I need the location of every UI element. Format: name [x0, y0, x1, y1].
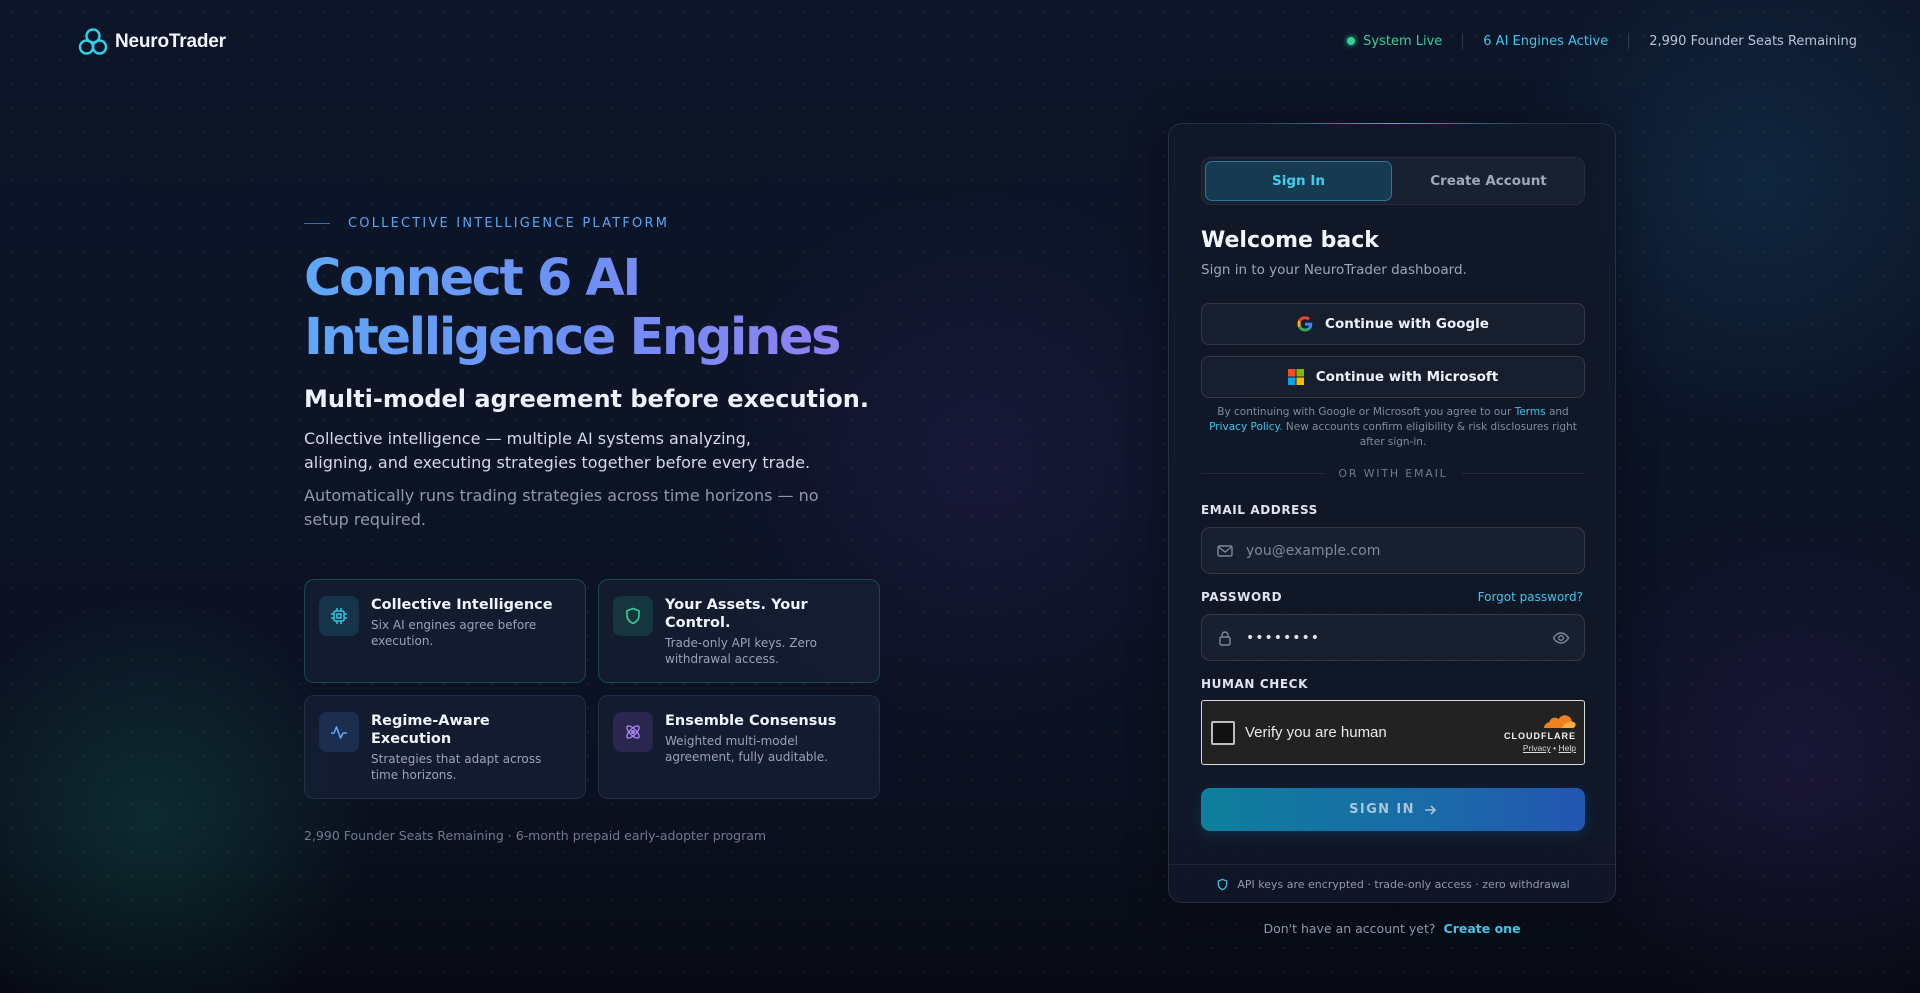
human-check-label: HUMAN CHECK — [1201, 677, 1308, 691]
feature-description: Trade-only API keys. Zero withdrawal acc… — [665, 636, 817, 666]
system-live-label: System Live — [1363, 33, 1443, 49]
forgot-password-link[interactable]: Forgot password? — [1478, 590, 1583, 604]
chip-icon — [319, 596, 359, 636]
email-field[interactable] — [1201, 527, 1585, 574]
system-live-status: System Live — [1347, 34, 1442, 49]
feature-description: Six AI engines agree before execution. — [371, 618, 537, 648]
auth-title: Welcome back — [1201, 228, 1379, 253]
divider-label: OR WITH EMAIL — [1338, 467, 1448, 480]
activity-icon — [319, 712, 359, 752]
feature-description: Weighted multi-model agreement, fully au… — [665, 734, 828, 764]
google-button-label: Continue with Google — [1325, 316, 1489, 332]
captcha-text: Verify you are human — [1245, 724, 1387, 741]
status-divider — [1462, 33, 1464, 49]
eyebrow-text: COLLECTIVE INTELLIGENCE PLATFORM — [348, 216, 670, 231]
sign-in-button-label: SIGN IN — [1349, 802, 1415, 817]
legal-suffix: . New accounts confirm eligibility & ris… — [1279, 421, 1577, 448]
hero-eyebrow: COLLECTIVE INTELLIGENCE PLATFORM — [304, 216, 924, 231]
feature-title: Your Assets. Your Control. — [665, 597, 808, 631]
tab-create-account[interactable]: Create Account — [1396, 161, 1581, 201]
engines-active-label: 6 AI Engines Active — [1483, 33, 1609, 49]
microsoft-icon — [1287, 369, 1304, 385]
captcha-links: Privacy • Help — [1523, 743, 1576, 753]
privacy-policy-link[interactable]: Privacy Policy — [1209, 421, 1279, 433]
continue-with-microsoft-button[interactable]: Continue with Microsoft — [1201, 356, 1585, 398]
signup-prompt-text: Don't have an account yet? — [1263, 921, 1436, 936]
captcha-links-separator: • — [1553, 743, 1557, 753]
feature-title: Collective Intelligence — [371, 597, 553, 613]
captcha-privacy-link[interactable]: Privacy — [1523, 743, 1551, 753]
password-label: PASSWORD — [1201, 590, 1283, 604]
password-input[interactable] — [1246, 629, 1540, 646]
signup-prompt: Don't have an account yet? Create one — [1168, 921, 1616, 936]
eyebrow-line — [304, 223, 330, 224]
google-icon — [1297, 316, 1313, 332]
cloudflare-wordmark: CLOUDFLARE — [1504, 731, 1576, 741]
eye-icon[interactable] — [1552, 629, 1570, 647]
hero-section: COLLECTIVE INTELLIGENCE PLATFORM Connect… — [304, 216, 924, 532]
card-top-glow — [1249, 123, 1535, 124]
feature-card-collective-intelligence: Collective Intelligence Six AI engines a… — [304, 579, 586, 683]
captcha-widget: Verify you are human CLOUDFLARE Privacy … — [1201, 700, 1585, 765]
feature-title: Ensemble Consensus — [665, 713, 837, 729]
auth-tabs: Sign In Create Account — [1201, 157, 1585, 205]
shield-icon — [613, 596, 653, 636]
divider-line — [1201, 473, 1325, 474]
mail-icon — [1217, 544, 1233, 557]
sign-in-button[interactable]: SIGN IN — [1201, 788, 1585, 831]
hero-subtitle: Multi-model agreement before execution. — [304, 385, 869, 413]
cloudflare-cloud-icon — [1544, 715, 1576, 728]
seats-remaining-label: 2,990 Founder Seats Remaining — [1649, 33, 1857, 49]
captcha-checkbox[interactable] — [1211, 720, 1235, 745]
auth-card: Sign In Create Account Welcome back Sign… — [1168, 123, 1617, 904]
password-field[interactable] — [1201, 614, 1585, 661]
shield-icon — [1218, 878, 1228, 891]
top-bar: NeuroTrader System Live 6 AI Engines Act… — [0, 0, 1920, 84]
create-account-link[interactable]: Create one — [1444, 921, 1521, 936]
security-note: API keys are encrypted · trade-only acce… — [1169, 864, 1617, 904]
founder-seats-footnote: 2,990 Founder Seats Remaining · 6-month … — [304, 828, 767, 843]
feature-grid: Collective Intelligence Six AI engines a… — [304, 579, 880, 799]
feature-card-ensemble-consensus: Ensemble Consensus Weighted multi-model … — [598, 695, 880, 799]
legal-and: and — [1548, 406, 1569, 418]
status-bar: System Live 6 AI Engines Active 2,990 Fo… — [1347, 33, 1857, 49]
hero-description-secondary: Automatically runs trading strategies ac… — [304, 486, 819, 529]
auth-subtitle: Sign in to your NeuroTrader dashboard. — [1201, 262, 1467, 278]
atom-icon — [613, 712, 653, 752]
captcha-help-link[interactable]: Help — [1559, 743, 1576, 753]
feature-card-regime-aware: Regime-Aware Execution Strategies that a… — [304, 695, 586, 799]
tab-sign-in[interactable]: Sign In — [1205, 161, 1392, 201]
feature-description: Strategies that adapt across time horizo… — [371, 752, 542, 782]
oauth-legal-notice: By continuing with Google or Microsoft y… — [1201, 405, 1585, 450]
or-with-email-divider: OR WITH EMAIL — [1201, 467, 1585, 480]
microsoft-button-label: Continue with Microsoft — [1315, 369, 1499, 385]
cloudflare-brand: CLOUDFLARE Privacy • Help — [1504, 712, 1576, 753]
brand-name: NeuroTrader — [115, 31, 226, 52]
feature-title: Regime-Aware Execution — [371, 713, 490, 747]
email-label: EMAIL ADDRESS — [1201, 503, 1318, 517]
arrow-right-icon — [1424, 804, 1437, 815]
feature-card-your-assets: Your Assets. Your Control. Trade-only AP… — [598, 579, 880, 683]
hero-title: Connect 6 AI Intelligence Engines — [304, 249, 924, 367]
lock-icon — [1219, 630, 1231, 646]
neurotrader-logo-icon — [78, 28, 108, 55]
hero-description: Collective intelligence — multiple AI sy… — [304, 429, 811, 472]
divider-line — [1461, 473, 1585, 474]
continue-with-google-button[interactable]: Continue with Google — [1201, 303, 1585, 345]
email-input[interactable] — [1246, 542, 1570, 559]
live-dot-icon — [1347, 37, 1356, 45]
terms-link[interactable]: Terms — [1515, 406, 1546, 418]
brand[interactable]: NeuroTrader — [77, 26, 226, 58]
status-divider — [1628, 33, 1630, 49]
legal-prefix: By continuing with Google or Microsoft y… — [1217, 406, 1512, 418]
security-note-text: API keys are encrypted · trade-only acce… — [1237, 878, 1570, 891]
